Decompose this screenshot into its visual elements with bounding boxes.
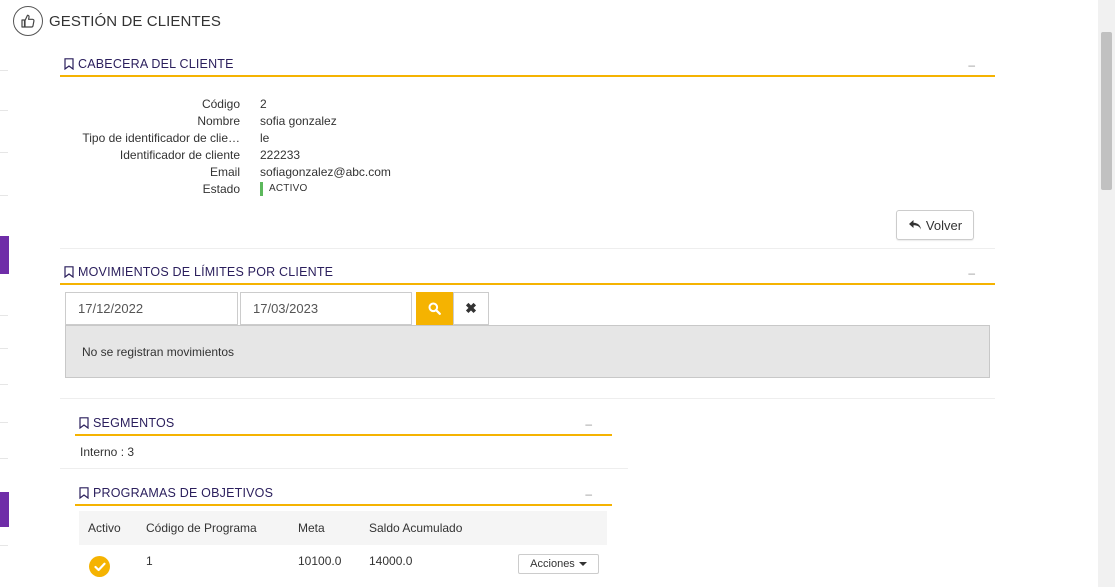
collapse-button[interactable]: – <box>585 487 592 501</box>
bookmark-icon <box>79 487 89 499</box>
column-header-program-code: Código de Programa <box>146 521 257 535</box>
detail-row-email: Email sofiagonzalez@abc.com <box>60 163 391 180</box>
caret-down-icon <box>578 562 587 566</box>
divider <box>60 398 995 399</box>
sidebar-active-marker <box>0 236 9 274</box>
programs-table-header: Activo Código de Programa Meta Saldo Acu… <box>79 511 607 545</box>
detail-row-id-type: Tipo de identificador de clie… le <box>60 129 391 146</box>
date-to-input[interactable]: 17/03/2023 <box>240 292 412 325</box>
date-from-input[interactable]: 17/12/2022 <box>65 292 238 325</box>
thumbs-up-icon <box>13 6 43 36</box>
back-button[interactable]: Volver <box>896 210 974 240</box>
divider <box>60 468 628 469</box>
detail-row-id: Identificador de cliente 222233 <box>60 146 391 163</box>
clear-button[interactable]: ✖ <box>453 292 489 325</box>
left-sidebar-edge <box>0 0 9 587</box>
field-label: Tipo de identificador de clie… <box>82 130 240 145</box>
vertical-scrollbar[interactable] <box>1098 0 1115 587</box>
detail-row-name: Nombre sofia gonzalez <box>60 112 391 129</box>
actions-label: Acciones <box>530 558 575 570</box>
client-details: Código 2 Nombre sofia gonzalez Tipo de i… <box>60 95 391 197</box>
detail-row-status: Estado ACTIVO <box>60 180 391 197</box>
field-value: le <box>260 130 270 145</box>
section-title: PROGRAMAS DE OBJETIVOS <box>93 486 274 500</box>
section-header-movements: MOVIMIENTOS DE LÍMITES POR CLIENTE – <box>60 261 995 285</box>
bookmark-icon <box>64 266 74 278</box>
page-title: GESTIÓN DE CLIENTES <box>49 12 221 30</box>
scrollbar-thumb[interactable] <box>1101 32 1112 190</box>
back-button-label: Volver <box>925 217 963 233</box>
bookmark-icon <box>64 58 74 70</box>
section-title: MOVIMIENTOS DE LÍMITES POR CLIENTE <box>78 265 334 279</box>
collapse-button[interactable]: – <box>968 266 975 280</box>
actions-dropdown-button[interactable]: Acciones <box>518 554 599 574</box>
search-button[interactable] <box>416 292 453 325</box>
column-header-balance: Saldo Acumulado <box>369 521 463 535</box>
sidebar-active-marker <box>0 492 9 527</box>
field-label: Código <box>201 96 240 111</box>
section-title: SEGMENTOS <box>93 416 175 430</box>
table-row: 1 10100.0 14000.0 Acciones <box>79 545 607 579</box>
field-value: sofia gonzalez <box>260 113 337 128</box>
close-icon: ✖ <box>465 300 477 316</box>
program-code-cell: 1 <box>146 554 153 568</box>
reply-icon <box>908 220 921 230</box>
status-indicator <box>260 181 263 196</box>
check-circle-icon <box>89 556 110 577</box>
section-header-programs: PROGRAMAS DE OBJETIVOS – <box>75 482 612 506</box>
section-title: CABECERA DEL CLIENTE <box>78 57 234 71</box>
column-header-active: Activo <box>88 521 121 535</box>
status-text: ACTIVO <box>269 183 308 194</box>
page-header: GESTIÓN DE CLIENTES <box>13 5 221 37</box>
search-icon <box>428 302 441 315</box>
detail-row-code: Código 2 <box>60 95 391 112</box>
section-header-client: CABECERA DEL CLIENTE – <box>60 53 995 77</box>
field-label: Identificador de cliente <box>119 147 240 162</box>
bookmark-icon <box>79 417 89 429</box>
goal-cell: 10100.0 <box>298 554 342 568</box>
segment-value: Interno : 3 <box>80 445 135 459</box>
balance-cell: 14000.0 <box>369 554 413 568</box>
column-header-goal: Meta <box>298 521 325 535</box>
section-header-segments: SEGMENTOS – <box>75 412 612 436</box>
field-value: 222233 <box>260 147 301 162</box>
field-label: Nombre <box>197 113 240 128</box>
field-label: Estado <box>202 181 240 196</box>
status-badge: ACTIVO <box>260 181 308 196</box>
field-value: 2 <box>260 96 267 111</box>
collapse-button[interactable]: – <box>968 58 975 72</box>
field-label: Email <box>209 164 240 179</box>
empty-state-message: No se registran movimientos <box>65 325 990 378</box>
collapse-button[interactable]: – <box>585 417 592 431</box>
divider <box>60 248 995 249</box>
field-value: sofiagonzalez@abc.com <box>260 164 391 179</box>
